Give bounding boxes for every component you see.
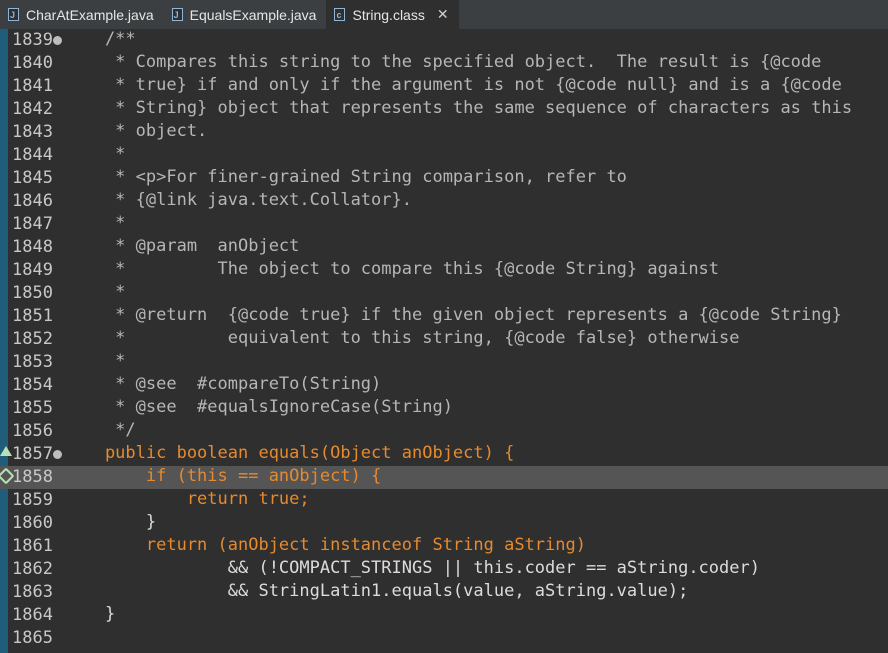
code-text: return (anObject instanceof String aStri… [64, 535, 586, 555]
line-number: 1862 [12, 559, 53, 579]
code-line-1844: 1844 * [0, 144, 888, 167]
line-number: 1851 [12, 306, 53, 326]
line-number: 1844 [12, 145, 53, 165]
code-line-1846: 1846 * {@link java.text.Collator}. [0, 190, 888, 213]
line-number: 1852 [12, 329, 53, 349]
code-line-1842: 1842 * String} object that represents th… [0, 98, 888, 121]
line-number: 1848 [12, 237, 53, 257]
code-text: * @return {@code true} if the given obje… [64, 305, 842, 325]
line-number: 1846 [12, 191, 53, 211]
fold-toggle-icon[interactable] [53, 450, 62, 459]
line-number: 1853 [12, 352, 53, 372]
code-line-1858-highlighted: 1858 if (this == anObject) { [0, 466, 888, 489]
code-text: * [64, 351, 126, 371]
code-text: } [64, 512, 157, 532]
code-text: * equivalent to this string, {@code fals… [64, 328, 740, 348]
code-text: return true; [64, 489, 310, 509]
code-text: * true} if and only if the argument is n… [64, 75, 842, 95]
code-line-1857: 1857 public boolean equals(Object anObje… [0, 443, 888, 466]
code-text: * Compares this string to the specified … [64, 52, 822, 72]
class-file-icon: c [334, 7, 346, 22]
code-line-1854: 1854 * @see #compareTo(String) [0, 374, 888, 397]
code-line-1861: 1861 return (anObject instanceof String … [0, 535, 888, 558]
editor-window: J CharAtExample.java J EqualsExample.jav… [0, 0, 888, 653]
code-text: * [64, 144, 126, 164]
code-line-1843: 1843 * object. [0, 121, 888, 144]
code-line-1864: 1864 } [0, 604, 888, 627]
code-line-1841: 1841 * true} if and only if the argument… [0, 75, 888, 98]
code-text: } [64, 604, 116, 624]
code-line-1865: 1865 [0, 627, 888, 650]
code-line-1847: 1847 * [0, 213, 888, 236]
code-line-1850: 1850 * [0, 282, 888, 305]
line-number: 1861 [12, 536, 53, 556]
code-text: * object. [64, 121, 208, 141]
code-line-1856: 1856 */ [0, 420, 888, 443]
tab-string-class[interactable]: c String.class ✕ [326, 0, 459, 29]
line-number: 1847 [12, 214, 53, 234]
line-number: 1863 [12, 582, 53, 602]
code-text: * [64, 213, 126, 233]
editor-tab-bar: J CharAtExample.java J EqualsExample.jav… [0, 0, 888, 30]
code-line-1840: 1840 * Compares this string to the speci… [0, 52, 888, 75]
line-number: 1849 [12, 260, 53, 280]
tab-label: CharAtExample.java [26, 6, 154, 23]
java-file-icon: J [8, 7, 20, 22]
line-number: 1857 [12, 444, 53, 464]
tab-label: EqualsExample.java [189, 6, 317, 23]
code-editor[interactable]: 1839 /** 1840 * Compares this string to … [0, 29, 888, 653]
fold-toggle-icon[interactable] [53, 36, 62, 45]
code-text: if (this == anObject) { [64, 466, 382, 486]
code-text: public boolean equals(Object anObject) { [64, 443, 515, 463]
code-text: * @see #compareTo(String) [64, 374, 382, 394]
code-line-1863: 1863 && StringLatin1.equals(value, aStri… [0, 581, 888, 604]
line-number: 1859 [12, 490, 53, 510]
line-number: 1850 [12, 283, 53, 303]
line-number: 1842 [12, 99, 53, 119]
code-line-1860: 1860 } [0, 512, 888, 535]
code-line-1848: 1848 * @param anObject [0, 236, 888, 259]
line-number: 1840 [12, 53, 53, 73]
code-text: * <p>For finer-grained String comparison… [64, 167, 627, 187]
code-text: * @param anObject [64, 236, 300, 256]
code-line-1862: 1862 && (!COMPACT_STRINGS || this.coder … [0, 558, 888, 581]
code-line-1852: 1852 * equivalent to this string, {@code… [0, 328, 888, 351]
line-number: 1856 [12, 421, 53, 441]
java-file-icon: J [171, 7, 184, 22]
code-text: && StringLatin1.equals(value, aString.va… [64, 581, 689, 601]
code-text: * @see #equalsIgnoreCase(String) [64, 397, 453, 417]
code-line-1845: 1845 * <p>For finer-grained String compa… [0, 167, 888, 190]
code-text: */ [64, 420, 136, 440]
tab-equalsexample-java[interactable]: J EqualsExample.java [164, 0, 327, 29]
code-line-1853: 1853 * [0, 351, 888, 374]
code-line-1855: 1855 * @see #equalsIgnoreCase(String) [0, 397, 888, 420]
line-number: 1865 [12, 628, 53, 648]
code-line-1859: 1859 return true; [0, 489, 888, 512]
line-number: 1858 [12, 467, 53, 487]
line-number: 1845 [12, 168, 53, 188]
line-number: 1843 [12, 122, 53, 142]
code-line-1849: 1849 * The object to compare this {@code… [0, 259, 888, 282]
tab-label: String.class [352, 6, 425, 23]
code-line-1851: 1851 * @return {@code true} if the given… [0, 305, 888, 328]
tab-charatexample-java[interactable]: J CharAtExample.java [0, 0, 164, 29]
override-up-arrow-icon[interactable] [0, 446, 12, 456]
line-number: 1855 [12, 398, 53, 418]
close-tab-icon[interactable]: ✕ [437, 6, 449, 23]
code-text: * {@link java.text.Collator}. [64, 190, 412, 210]
line-number: 1864 [12, 605, 53, 625]
code-text: * The object to compare this {@code Stri… [64, 259, 720, 279]
code-text: && (!COMPACT_STRINGS || this.coder == aS… [64, 558, 760, 578]
line-number: 1854 [12, 375, 53, 395]
code-line-1839: 1839 /** [0, 29, 888, 52]
line-number: 1839 [12, 30, 53, 50]
code-text: * String} object that represents the sam… [64, 98, 853, 118]
code-text: /** [64, 29, 136, 49]
line-number: 1860 [12, 513, 53, 533]
line-number: 1841 [12, 76, 53, 96]
code-text: * [64, 282, 126, 302]
